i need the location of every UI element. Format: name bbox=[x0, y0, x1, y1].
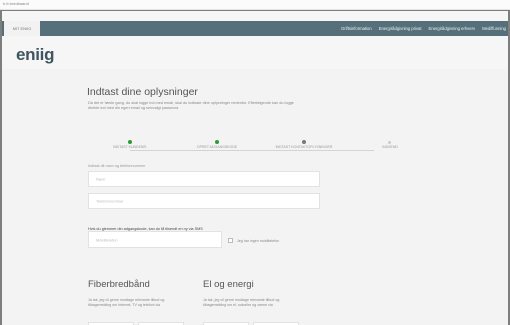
energy-section-title: El og energi bbox=[203, 279, 254, 290]
progress-line bbox=[130, 150, 374, 151]
mobile-placeholder: Mobiltelefon bbox=[96, 237, 118, 242]
fiber-section-title: Fiberbredbånd bbox=[88, 279, 150, 290]
intro-text: Da det er første gang, du skal logge ind… bbox=[88, 101, 294, 110]
browser-url: b.fr.bredbaand bbox=[3, 1, 29, 6]
step-3-current-icon bbox=[302, 140, 306, 144]
no-mobile-label: Jeg har ingen mobiltelefon bbox=[237, 239, 280, 243]
phone-placeholder: Telefonnummer bbox=[96, 198, 124, 204]
page-frame: MIT ENIIG Driftsinformation Energirådgiv… bbox=[2, 11, 508, 325]
step-4-pending-icon bbox=[388, 141, 391, 144]
page-title: Indtast dine oplysninger bbox=[87, 86, 198, 98]
energy-section-text: Ja tak, jeg vil gerne modtage relevante … bbox=[203, 298, 280, 307]
name-placeholder: Navn bbox=[96, 176, 106, 182]
step-4-label: INDSEND bbox=[382, 145, 398, 149]
step-2-label: OPRET ADGANGSKODE bbox=[196, 145, 238, 149]
step-3-label: INDTAST KONTAKTOPLYSNINGER bbox=[275, 145, 333, 149]
browser-address-bar[interactable]: b.fr.bredbaand bbox=[0, 0, 510, 10]
nav-link-energiradgivning-privat[interactable]: Energirådgivning privat bbox=[379, 26, 422, 31]
step-1-label: INDTAST KUNDENR. bbox=[113, 145, 147, 149]
phone-input[interactable]: Telefonnummer bbox=[88, 193, 320, 209]
step-2-done-icon bbox=[215, 140, 219, 144]
mobile-input[interactable]: Mobiltelefon bbox=[88, 231, 222, 248]
no-mobile-checkbox[interactable] bbox=[228, 238, 233, 243]
nav-link-driftsinformation[interactable]: Driftsinformation bbox=[341, 26, 371, 31]
step-1-done-icon bbox=[128, 140, 132, 144]
top-nav-links: Driftsinformation Energirådgivning priva… bbox=[341, 21, 506, 36]
name-input[interactable]: Navn bbox=[88, 171, 320, 187]
fiber-section-text: Ja tak, jeg vil gerne modtage relevante … bbox=[88, 298, 165, 307]
my-eniig-tab[interactable]: MIT ENIIG bbox=[4, 21, 40, 36]
nav-link-energiradgivning-erhverv[interactable]: Energirådgivning erhverv bbox=[429, 26, 476, 31]
eniig-logo[interactable]: eniig bbox=[16, 45, 54, 65]
form-hint: Indtast dit navn og telefonnummer bbox=[88, 164, 146, 168]
nav-link-mediffunning[interactable]: Mediffunning bbox=[482, 26, 506, 31]
